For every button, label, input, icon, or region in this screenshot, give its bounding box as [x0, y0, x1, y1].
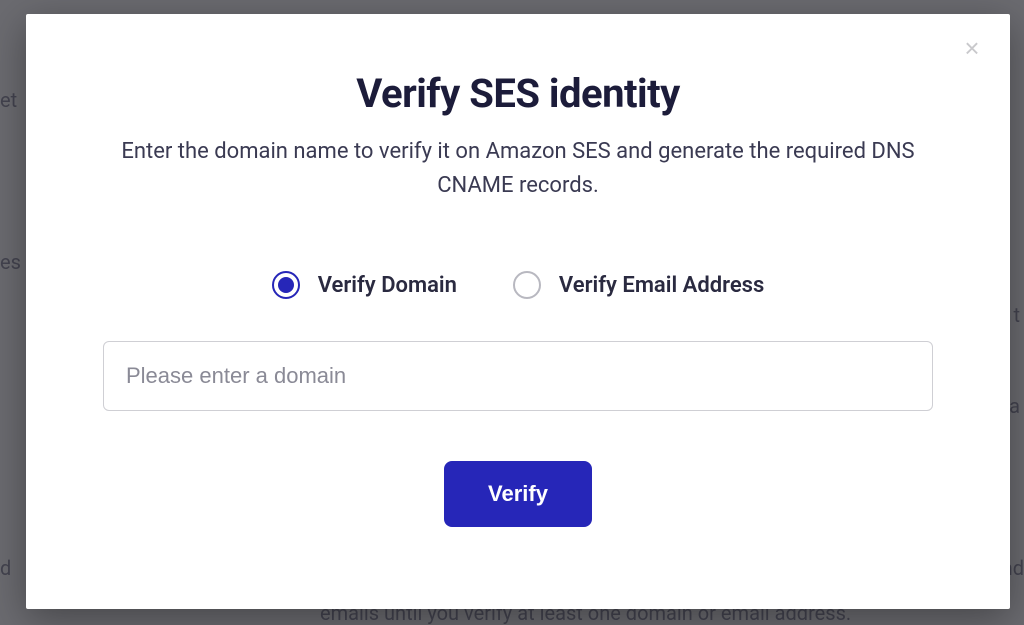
verify-domain-radio[interactable]: Verify Domain: [272, 271, 457, 299]
bg-text-fragment: a: [1009, 394, 1020, 418]
verify-email-label: Verify Email Address: [559, 273, 764, 298]
modal-subtitle: Enter the domain name to verify it on Am…: [118, 135, 918, 203]
verify-domain-label: Verify Domain: [318, 273, 457, 298]
modal-title: Verify SES identity: [356, 70, 680, 117]
radio-dot-icon: [278, 277, 294, 293]
domain-input[interactable]: [103, 341, 933, 411]
verify-button[interactable]: Verify: [444, 461, 592, 527]
bg-text-fragment: et: [0, 88, 17, 112]
close-icon: ×: [964, 35, 979, 61]
radio-indicator: [513, 271, 541, 299]
bg-text-fragment: d: [0, 556, 11, 580]
verify-type-radio-group: Verify Domain Verify Email Address: [272, 271, 765, 299]
verify-ses-identity-modal: × Verify SES identity Enter the domain n…: [26, 14, 1010, 609]
radio-indicator: [272, 271, 300, 299]
bg-text-fragment: es: [0, 250, 21, 274]
bg-text-fragment: t: [1013, 303, 1020, 327]
close-button[interactable]: ×: [958, 34, 986, 62]
verify-email-radio[interactable]: Verify Email Address: [513, 271, 764, 299]
